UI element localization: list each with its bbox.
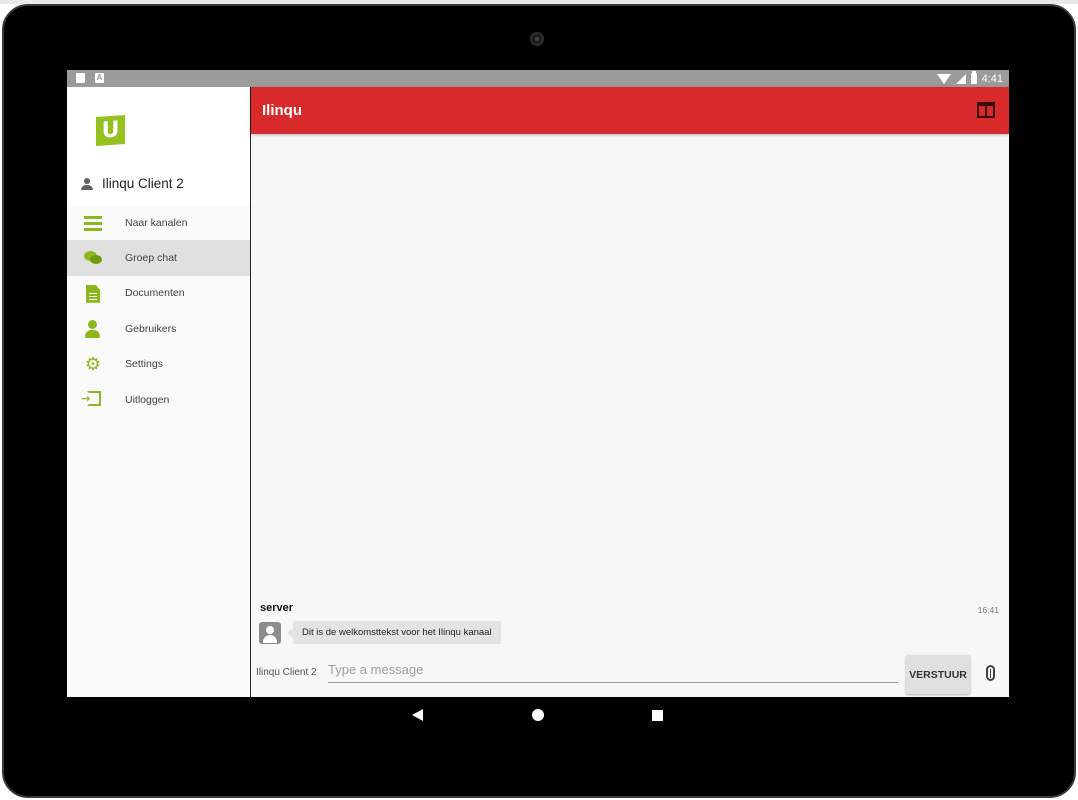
message-input[interactable] [328, 657, 898, 683]
app-bar: Ilinqu [251, 87, 1009, 134]
page-title: Ilinqu [262, 102, 302, 119]
menu-icon [84, 214, 102, 232]
nav-item-label: Settings [125, 358, 163, 371]
back-icon[interactable] [412, 709, 423, 721]
send-button[interactable]: VERSTUUR [906, 655, 970, 694]
signal-icon [955, 73, 966, 84]
nav-item-uitloggen[interactable]: → Uitloggen [67, 382, 250, 417]
status-bar: A 4:41 [67, 70, 1009, 87]
home-icon[interactable] [532, 709, 544, 721]
person-icon [81, 177, 93, 190]
logout-icon: → [81, 390, 101, 406]
gear-icon: ⚙ [84, 353, 102, 375]
nav-item-documenten[interactable]: Documenten [67, 276, 250, 311]
status-right: 4:41 [936, 70, 1003, 87]
screen: A 4:41 U Ilinqu Client 2 Naar kanalen Gr… [67, 70, 1009, 697]
paperclip-icon[interactable] [986, 665, 995, 681]
battery-icon [970, 71, 977, 84]
nav-item-label: Groep chat [125, 252, 177, 265]
current-user: Ilinqu Client 2 [81, 176, 184, 191]
camera-icon [530, 32, 544, 46]
user-name: Ilinqu Client 2 [102, 176, 184, 191]
chat-icon [84, 249, 102, 267]
status-time: 4:41 [981, 72, 1003, 85]
nav-item-label: Naar kanalen [125, 216, 188, 229]
drawer-header: U Ilinqu Client 2 [67, 87, 250, 205]
nav-item-gebruikers[interactable]: Gebruikers [67, 311, 250, 346]
nav-item-label: Documenten [125, 287, 185, 300]
message-bubble: Dit is de welkomsttekst voor het Ilinqu … [287, 621, 501, 644]
message-time: 16:41 [977, 605, 999, 615]
wifi-icon [936, 73, 951, 84]
ilinqu-logo-icon: U [96, 114, 125, 147]
recent-apps-icon[interactable] [652, 710, 663, 721]
document-icon [86, 284, 100, 303]
nav-item-label: Uitloggen [125, 393, 170, 406]
split-view-icon[interactable] [977, 102, 995, 118]
chat-panel: Ilinqu server 16:41 Dit is de welkomstte… [251, 87, 1009, 697]
nav-item-label: Gebruikers [125, 322, 177, 335]
logo-letter: U [101, 117, 120, 144]
drawer-menu: Naar kanalen Groep chat Documenten Gebru… [67, 205, 250, 417]
nav-item-settings[interactable]: ⚙ Settings [67, 347, 250, 382]
composer-user-label: Ilinqu Client 2 [256, 667, 317, 678]
avatar [259, 622, 281, 644]
nav-item-naar-kanalen[interactable]: Naar kanalen [67, 205, 250, 240]
nav-item-groep-chat[interactable]: Groep chat [67, 240, 250, 276]
navigation-drawer: U Ilinqu Client 2 Naar kanalen Groep cha… [67, 87, 251, 697]
user-icon [84, 320, 102, 339]
sd-card-icon [76, 73, 85, 83]
a-icon: A [95, 73, 104, 83]
message-sender: server [260, 602, 294, 614]
